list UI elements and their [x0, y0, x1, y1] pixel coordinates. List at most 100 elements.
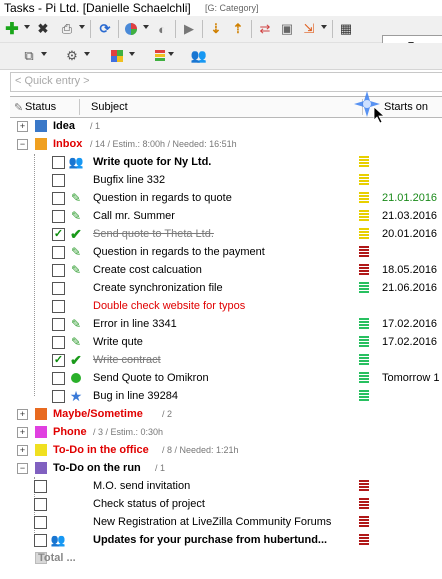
task-checkbox[interactable]	[52, 246, 65, 259]
print-dropdown-icon[interactable]	[79, 25, 85, 29]
expand-icon[interactable]: +	[17, 427, 28, 438]
color-filter-icon[interactable]	[122, 20, 140, 38]
task-subject[interactable]: Double check website for typos	[93, 300, 245, 312]
task-checkbox[interactable]	[52, 210, 65, 223]
task-subject[interactable]: Send Quote to Omikron	[93, 372, 209, 384]
play-icon[interactable]: ▶	[180, 20, 198, 38]
delete-icon[interactable]: ✖	[34, 20, 52, 38]
task-subject[interactable]: Send quote to Theta Ltd.	[93, 228, 214, 240]
task-row[interactable]: Check status of project	[10, 495, 442, 513]
task-checkbox[interactable]	[52, 174, 65, 187]
add-dropdown-icon[interactable]	[24, 25, 30, 29]
task-row[interactable]: New Registration at LiveZilla Community …	[10, 513, 442, 531]
task-row[interactable]: ✎ Call mr. Summer 21.03.2016	[10, 207, 442, 225]
task-subject[interactable]: New Registration at LiveZilla Community …	[93, 516, 331, 528]
layout-icon[interactable]: ⧉	[20, 47, 38, 65]
move-down-icon[interactable]: ⇣	[207, 20, 225, 38]
task-row[interactable]: 👥 Write quote for Ny Ltd.	[10, 153, 442, 171]
task-checkbox[interactable]	[52, 300, 65, 313]
task-checkbox[interactable]	[34, 498, 47, 511]
task-checkbox[interactable]	[34, 516, 47, 529]
column-subject[interactable]: Subject	[91, 101, 128, 113]
task-checkbox[interactable]	[52, 264, 65, 277]
send-icon[interactable]: ⇄	[256, 20, 274, 38]
collapse-icon[interactable]: −	[17, 139, 28, 150]
task-row[interactable]: ✎ Question in regards to the payment	[10, 243, 442, 261]
settings-dropdown-icon[interactable]	[84, 52, 90, 56]
task-row[interactable]: ✎ Question in regards to quote 21.01.201…	[10, 189, 442, 207]
task-subject[interactable]: Question in regards to the payment	[93, 246, 265, 258]
task-subject[interactable]: Bug in line 39284	[93, 390, 178, 402]
calendar-sync-icon[interactable]: ▣	[278, 20, 296, 38]
category-icon[interactable]	[108, 47, 126, 65]
group-row-inbox[interactable]: − Inbox / 14 / Estim.: 8:00h / Needed: 1…	[10, 135, 442, 153]
circle-icon[interactable]: ◐	[153, 20, 171, 38]
group-row-run[interactable]: − To-Do on the run / 1	[10, 459, 442, 477]
export-icon[interactable]: ⇲	[300, 20, 318, 38]
print-icon[interactable]: ⎙	[58, 20, 76, 38]
task-subject[interactable]: M.O. send invitation	[93, 480, 190, 492]
category-color-icon	[35, 426, 47, 438]
task-subject[interactable]: Write contract	[93, 354, 161, 366]
priority-green-icon	[359, 318, 369, 330]
task-checkbox[interactable]	[34, 534, 47, 547]
task-checkbox-checked[interactable]: ✓	[52, 228, 65, 241]
column-separator[interactable]	[79, 99, 80, 115]
task-row[interactable]: Create synchronization file 21.06.2016	[10, 279, 442, 297]
task-subject[interactable]: Create synchronization file	[93, 282, 223, 294]
task-subject[interactable]: Check status of project	[93, 498, 205, 510]
task-row[interactable]: ✎ Create cost calcuation 18.05.2016	[10, 261, 442, 279]
column-status[interactable]: Status	[25, 101, 56, 113]
task-checkbox[interactable]	[52, 372, 65, 385]
quick-entry-input[interactable]: < Quick entry >	[10, 72, 442, 92]
task-checkbox[interactable]	[52, 390, 65, 403]
people-icon[interactable]: 👥	[190, 47, 208, 65]
move-up-icon[interactable]: ⇡	[229, 20, 247, 38]
group-row-phone[interactable]: + Phone / 3 / Estim.: 0:30h	[10, 423, 442, 441]
task-row[interactable]: 👥 Updates for your purchase from hubertu…	[10, 531, 442, 549]
export-dropdown-icon[interactable]	[321, 25, 327, 29]
priority-dropdown-icon[interactable]	[168, 52, 174, 56]
task-checkbox[interactable]	[52, 192, 65, 205]
task-subject[interactable]: Write qute	[93, 336, 143, 348]
task-row[interactable]: Double check website for typos	[10, 297, 442, 315]
task-checkbox[interactable]	[52, 318, 65, 331]
task-checkbox[interactable]	[52, 282, 65, 295]
task-checkbox[interactable]	[34, 480, 47, 493]
task-row[interactable]: ✓ ✔ Write contract	[10, 351, 442, 369]
task-checkbox[interactable]	[52, 336, 65, 349]
task-row[interactable]: M.O. send invitation	[10, 477, 442, 495]
people-icon: 👥	[68, 155, 84, 169]
add-icon[interactable]: ✚	[3, 20, 21, 38]
task-subject[interactable]: Call mr. Summer	[93, 210, 175, 222]
task-row[interactable]: ✓ ✔ Send quote to Theta Ltd. 20.01.2016	[10, 225, 442, 243]
grid-icon[interactable]: ▦	[337, 20, 355, 38]
task-subject[interactable]: Question in regards to quote	[93, 192, 232, 204]
task-row[interactable]: Send Quote to Omikron Tomorrow 1	[10, 369, 442, 387]
expand-icon[interactable]: +	[17, 445, 28, 456]
task-row[interactable]: ★ Bug in line 39284	[10, 387, 442, 405]
column-starts-on[interactable]: Starts on	[384, 101, 428, 113]
task-row[interactable]: ✎ Error in line 3341 17.02.2016	[10, 315, 442, 333]
settings-icon[interactable]: ⚙	[63, 47, 81, 65]
task-subject[interactable]: Write quote for Ny Ltd.	[93, 156, 211, 168]
task-subject[interactable]: Bugfix line 332	[93, 174, 165, 186]
task-subject[interactable]: Error in line 3341	[93, 318, 177, 330]
task-checkbox-checked[interactable]: ✓	[52, 354, 65, 367]
layout-dropdown-icon[interactable]	[41, 52, 47, 56]
expand-icon[interactable]: +	[17, 409, 28, 420]
collapse-icon[interactable]: −	[17, 463, 28, 474]
group-row-office[interactable]: + To-Do in the office / 8 / Needed: 1:21…	[10, 441, 442, 459]
color-filter-dropdown-icon[interactable]	[143, 25, 149, 29]
refresh-icon[interactable]: ⟳	[96, 20, 114, 38]
expand-icon[interactable]: +	[17, 121, 28, 132]
group-row-maybe[interactable]: + Maybe/Sometime / 2	[10, 405, 442, 423]
task-row[interactable]: Bugfix line 332	[10, 171, 442, 189]
priority-icon[interactable]	[151, 47, 169, 65]
category-dropdown-icon[interactable]	[129, 52, 135, 56]
task-checkbox[interactable]	[52, 156, 65, 169]
group-row-idea[interactable]: + Idea / 1	[10, 117, 442, 135]
task-subject[interactable]: Create cost calcuation	[93, 264, 202, 276]
task-subject[interactable]: Updates for your purchase from hubertund…	[93, 534, 355, 546]
task-row[interactable]: ✎ Write qute 17.02.2016	[10, 333, 442, 351]
